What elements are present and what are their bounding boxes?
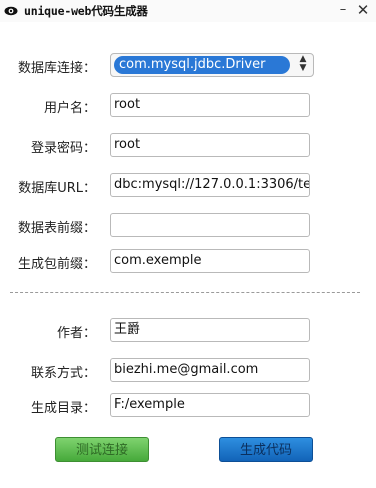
author-input[interactable]: 王爵: [110, 318, 310, 342]
generate-code-button[interactable]: 生成代码: [219, 437, 313, 462]
url-input[interactable]: dbc:mysql://127.0.0.1:3306/test: [110, 173, 310, 197]
driver-select-value: com.mysql.jdbc.Driver: [114, 56, 290, 74]
contact-label: 联系方式：: [30, 366, 96, 381]
output-dir-label: 生成目录：: [30, 401, 96, 416]
minimize-button[interactable]: –: [334, 0, 352, 20]
window-title: unique-web代码生成器: [24, 4, 148, 18]
section-divider: [10, 292, 360, 293]
driver-select[interactable]: com.mysql.jdbc.Driver ▲ ▼: [110, 53, 314, 77]
password-input[interactable]: root: [110, 133, 310, 157]
select-arrows-icon: ▲ ▼: [299, 54, 307, 73]
table-prefix-label: 数据表前缀：: [17, 221, 96, 236]
close-button[interactable]: ✕: [354, 0, 372, 20]
title-bar: unique-web代码生成器 – ✕: [0, 0, 376, 22]
contact-input[interactable]: biezhi.me@gmail.com: [110, 358, 310, 382]
eye-icon: [4, 6, 18, 16]
author-label: 作者：: [56, 326, 96, 341]
password-label: 登录密码：: [30, 141, 96, 156]
driver-label: 数据库连接：: [17, 61, 96, 76]
url-label: 数据库URL：: [18, 181, 96, 196]
package-prefix-label: 生成包前缀：: [17, 257, 96, 272]
package-prefix-input[interactable]: com.exemple: [110, 249, 310, 273]
table-prefix-input[interactable]: [110, 213, 310, 237]
username-label: 用户名：: [43, 101, 96, 116]
output-dir-input[interactable]: F:/exemple: [110, 393, 310, 417]
username-input[interactable]: root: [110, 93, 310, 117]
test-connection-button[interactable]: 测试连接: [55, 437, 149, 462]
